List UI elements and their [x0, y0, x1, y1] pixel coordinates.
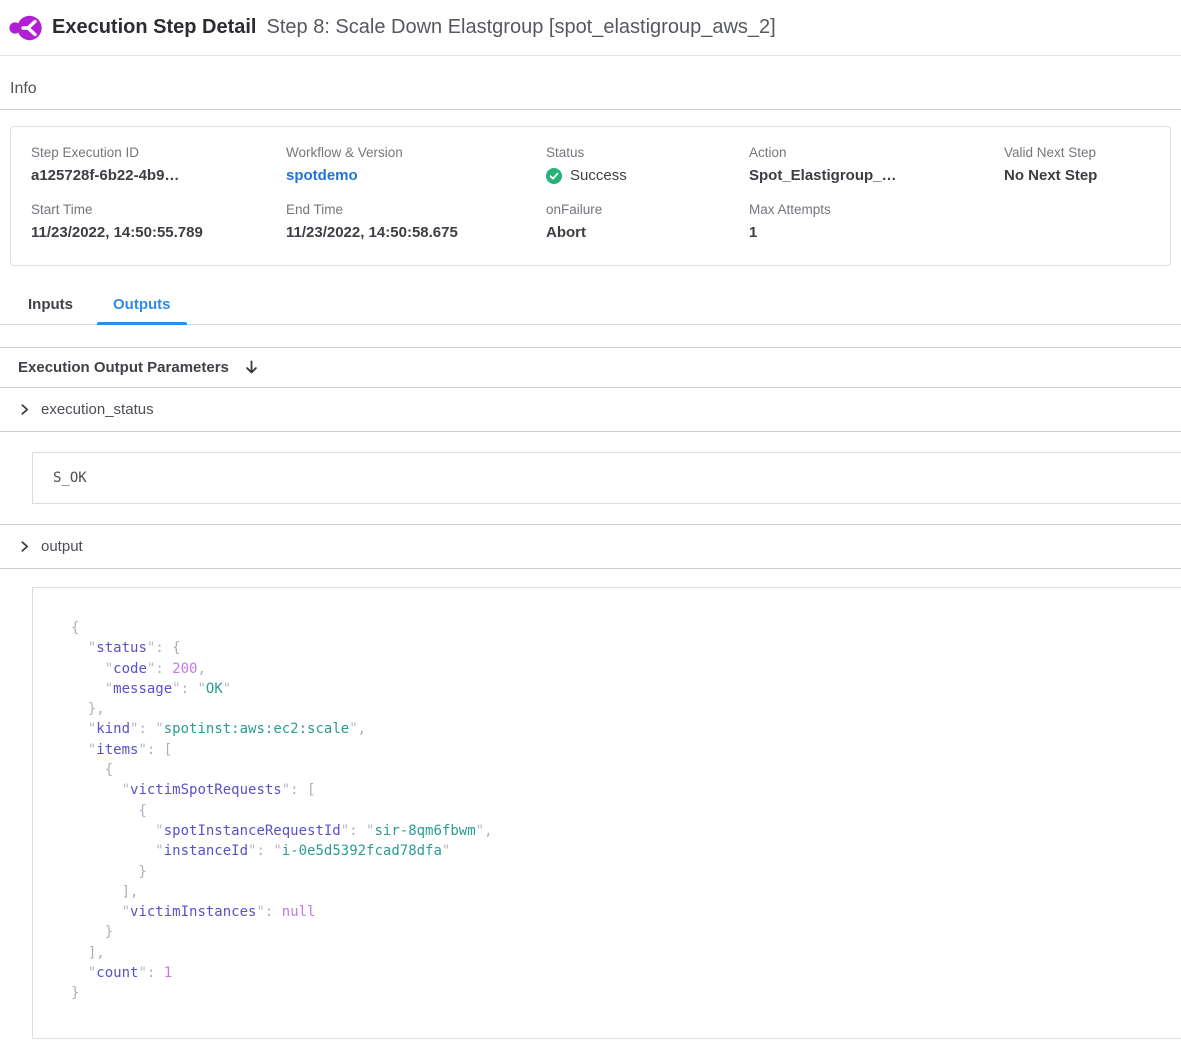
field-value: Spot_Elastigroup_… [749, 167, 1004, 184]
field-end-time: End Time 11/23/2022, 14:50:58.675 [286, 202, 546, 241]
param-row-output[interactable]: output [0, 525, 1181, 568]
output-parameters-header: Execution Output Parameters [0, 348, 1181, 387]
info-grid: Step Execution ID a125728f-6b22-4b9… Wor… [31, 145, 1170, 241]
chevron-right-icon [18, 540, 31, 553]
field-start-time: Start Time 11/23/2022, 14:50:55.789 [31, 202, 286, 241]
field-label: Max Attempts [749, 202, 1004, 217]
page-title: Execution Step Detail [52, 16, 257, 39]
status-text: Success [570, 167, 627, 184]
param-name: execution_status [41, 401, 154, 418]
workflow-link[interactable]: spotdemo [286, 167, 546, 184]
field-onfailure: onFailure Abort [546, 202, 749, 241]
divider [0, 109, 1181, 110]
field-label: Status [546, 145, 749, 160]
field-valid-next-step: Valid Next Step No Next Step [1004, 145, 1170, 184]
output-parameters-title: Execution Output Parameters [18, 359, 229, 376]
field-label: onFailure [546, 202, 749, 217]
execution-step-detail-page: Execution Step Detail Step 8: Scale Down… [0, 0, 1181, 1039]
field-status: Status Success [546, 145, 749, 184]
param-row-execution-status[interactable]: execution_status [0, 388, 1181, 431]
info-card: Step Execution ID a125728f-6b22-4b9… Wor… [10, 126, 1171, 266]
spot-workflow-logo-icon [8, 11, 42, 45]
tab-inputs[interactable]: Inputs [12, 292, 89, 324]
field-value: a125728f-6b22-4b9… [31, 167, 286, 184]
field-value: 11/23/2022, 14:50:55.789 [31, 224, 286, 241]
success-check-icon [546, 168, 562, 184]
page-subtitle: Step 8: Scale Down Elastgroup [spot_elas… [267, 16, 776, 39]
field-max-attempts: Max Attempts 1 [749, 202, 1004, 241]
tab-outputs[interactable]: Outputs [97, 292, 187, 324]
field-label: Valid Next Step [1004, 145, 1170, 160]
output-json-code: { "status": { "code": 200, "message": "O… [33, 588, 1181, 1038]
output-json-box: { "status": { "code": 200, "message": "O… [32, 587, 1181, 1039]
field-label: Step Execution ID [31, 145, 286, 160]
divider [0, 568, 1181, 569]
field-workflow-version: Workflow & Version spotdemo [286, 145, 546, 184]
param-name: output [41, 538, 83, 555]
status-badge: Success [546, 167, 749, 184]
field-label: Action [749, 145, 1004, 160]
spacer [0, 325, 1181, 347]
download-icon[interactable] [243, 359, 260, 376]
field-value: 11/23/2022, 14:50:58.675 [286, 224, 546, 241]
field-value: 1 [749, 224, 1004, 241]
chevron-right-icon [18, 403, 31, 416]
detail-tabs: Inputs Outputs [0, 292, 1181, 325]
page-header: Execution Step Detail Step 8: Scale Down… [0, 0, 1181, 56]
field-action: Action Spot_Elastigroup_… [749, 145, 1004, 184]
execution-status-value-box: S_OK [32, 452, 1181, 504]
info-section-heading: Info [10, 80, 1181, 98]
field-label: End Time [286, 202, 546, 217]
divider [0, 431, 1181, 432]
field-label: Workflow & Version [286, 145, 546, 160]
field-label: Start Time [31, 202, 286, 217]
empty-cell [1004, 202, 1170, 241]
execution-status-value: S_OK [53, 470, 87, 486]
field-value: No Next Step [1004, 167, 1170, 184]
field-step-execution-id: Step Execution ID a125728f-6b22-4b9… [31, 145, 286, 184]
field-value: Abort [546, 224, 749, 241]
